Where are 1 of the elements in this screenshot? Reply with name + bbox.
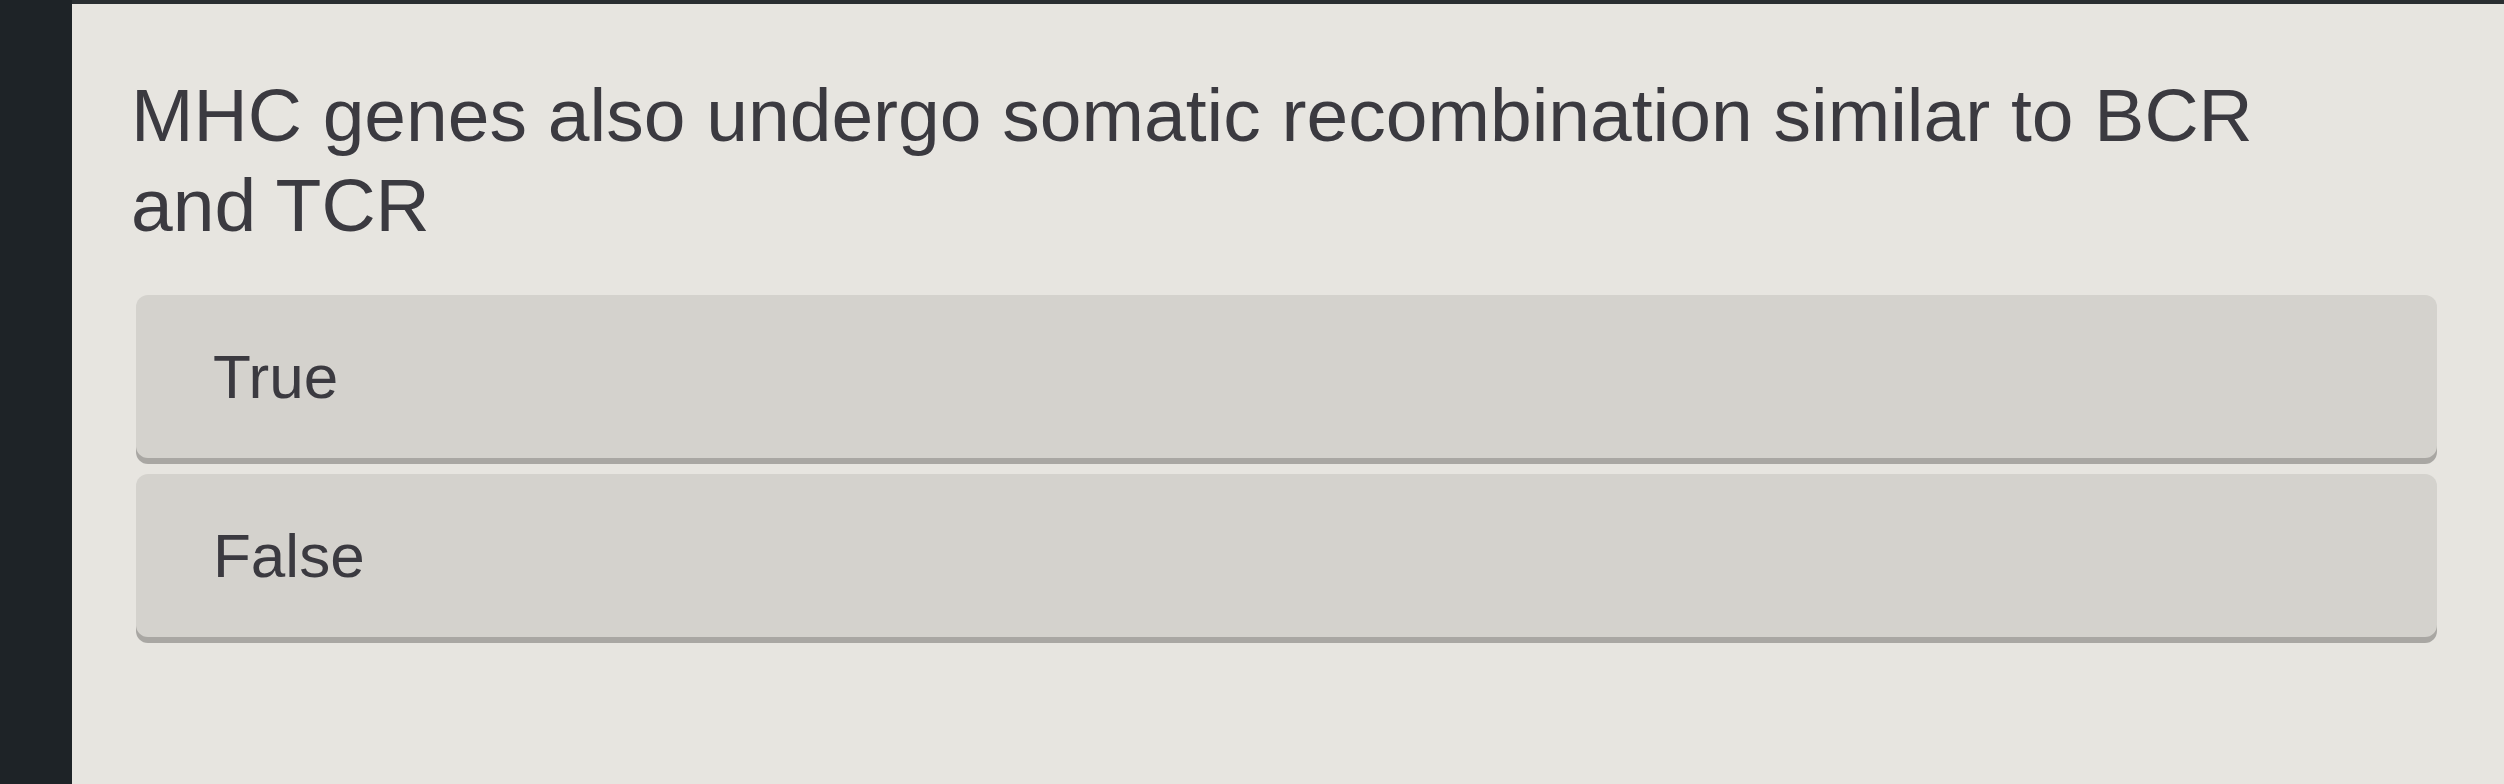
question-text: MHC genes also undergo somatic recombination similar to BCR and TCR (131, 72, 2254, 249)
